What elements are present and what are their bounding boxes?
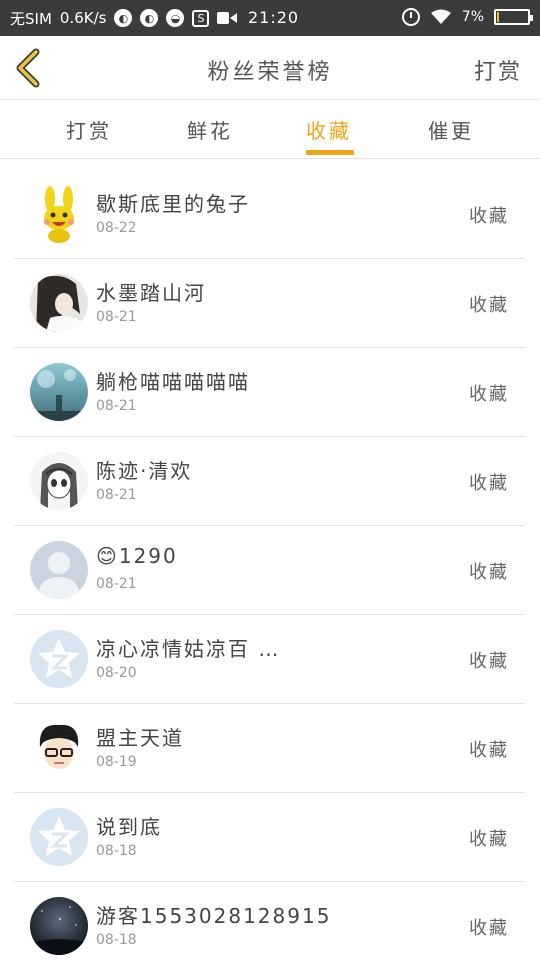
fan-list: 歇斯底里的兔子 08-22 收藏 水墨踏山河 08-21 收藏 躺枪喵喵喵喵喵 … xyxy=(14,170,525,960)
qzone-star-avatar xyxy=(30,808,88,866)
favorite-date: 08-21 xyxy=(96,309,137,325)
page-title: 粉丝荣誉榜 xyxy=(207,60,333,85)
action-label: 收藏 xyxy=(469,562,509,583)
blue-sky-avatar xyxy=(30,363,88,421)
tab-favorites[interactable]: 收藏 xyxy=(306,115,352,144)
status-bar: 无SIM 0.6K/s ◐ ◐ ◒ S 21:20 7% xyxy=(0,0,540,36)
user-name: 陈迹·清欢 xyxy=(96,459,193,483)
favorite-date: 08-20 xyxy=(96,665,137,681)
video-icon xyxy=(217,11,237,25)
list-item[interactable]: 😊1290 08-21 收藏 xyxy=(14,526,525,615)
user-name: 游客1553028128915 xyxy=(96,904,332,928)
app-notification-icon: ◐ xyxy=(114,9,133,27)
wifi-icon xyxy=(430,9,451,24)
battery-percent: 7% xyxy=(461,9,484,25)
carrier-text: 无SIM xyxy=(10,9,52,28)
favorite-date: 08-21 xyxy=(96,487,137,503)
s-app-icon: S xyxy=(192,9,210,27)
battery-level xyxy=(497,12,499,22)
tab-reward[interactable]: 打赏 xyxy=(66,115,112,144)
app-notification-icon-2: ◐ xyxy=(140,9,159,27)
action-label: 收藏 xyxy=(469,829,509,850)
action-label: 收藏 xyxy=(469,473,509,494)
action-label: 收藏 xyxy=(469,295,509,316)
user-name: 水墨踏山河 xyxy=(96,281,206,305)
default-person-avatar xyxy=(30,541,88,599)
favorite-date: 08-22 xyxy=(96,220,137,236)
qzone-star-avatar xyxy=(30,630,88,688)
list-item[interactable]: 水墨踏山河 08-21 收藏 xyxy=(14,259,525,348)
tab-bar: 打赏 鲜花 收藏 催更 xyxy=(0,101,540,159)
tab-urge-update[interactable]: 催更 xyxy=(428,115,474,144)
favorite-date: 08-21 xyxy=(96,576,137,592)
alarm-icon xyxy=(401,8,420,26)
list-item[interactable]: 歇斯底里的兔子 08-22 收藏 xyxy=(14,170,525,259)
favorite-date: 08-19 xyxy=(96,754,137,770)
ball-icon: ◒ xyxy=(166,9,185,27)
action-label: 收藏 xyxy=(469,206,509,227)
glasses-boy-avatar xyxy=(30,719,88,777)
network-speed: 0.6K/s xyxy=(59,9,107,27)
reward-button[interactable]: 打赏 xyxy=(474,54,522,86)
list-item[interactable]: 躺枪喵喵喵喵喵 08-21 收藏 xyxy=(14,348,525,437)
list-item[interactable]: 说到底 08-18 收藏 xyxy=(14,793,525,882)
user-name: 说到底 xyxy=(96,815,162,839)
list-item[interactable]: 游客1553028128915 08-18 收藏 xyxy=(14,882,525,960)
list-item[interactable]: 陈迹·清欢 08-21 收藏 xyxy=(14,437,525,526)
action-label: 收藏 xyxy=(469,740,509,761)
tab-flowers[interactable]: 鲜花 xyxy=(187,115,233,144)
action-label: 收藏 xyxy=(469,384,509,405)
action-label: 收藏 xyxy=(469,918,509,939)
favorite-date: 08-21 xyxy=(96,398,137,414)
ink-portrait-avatar xyxy=(30,274,88,332)
user-name: 盟主天道 xyxy=(96,726,184,750)
list-item[interactable]: 凉心凉情姑凉百 … 08-20 收藏 xyxy=(14,615,525,704)
active-tab-indicator xyxy=(306,150,354,155)
user-name: 😊1290 xyxy=(96,544,178,568)
user-name: 凉心凉情姑凉百 … xyxy=(96,637,281,661)
night-sky-avatar xyxy=(30,897,88,955)
user-name: 躺枪喵喵喵喵喵 xyxy=(96,370,250,394)
favorite-date: 08-18 xyxy=(96,932,137,948)
yellow-bunny-avatar xyxy=(30,185,88,243)
anime-girl-avatar xyxy=(30,452,88,510)
list-item[interactable]: 盟主天道 08-19 收藏 xyxy=(14,704,525,793)
battery-icon xyxy=(494,9,533,25)
clock-time: 21:20 xyxy=(248,8,300,27)
title-bar: 粉丝荣誉榜 打赏 xyxy=(0,36,540,100)
user-name: 歇斯底里的兔子 xyxy=(96,192,250,216)
favorite-date: 08-18 xyxy=(96,843,137,859)
action-label: 收藏 xyxy=(469,651,509,672)
